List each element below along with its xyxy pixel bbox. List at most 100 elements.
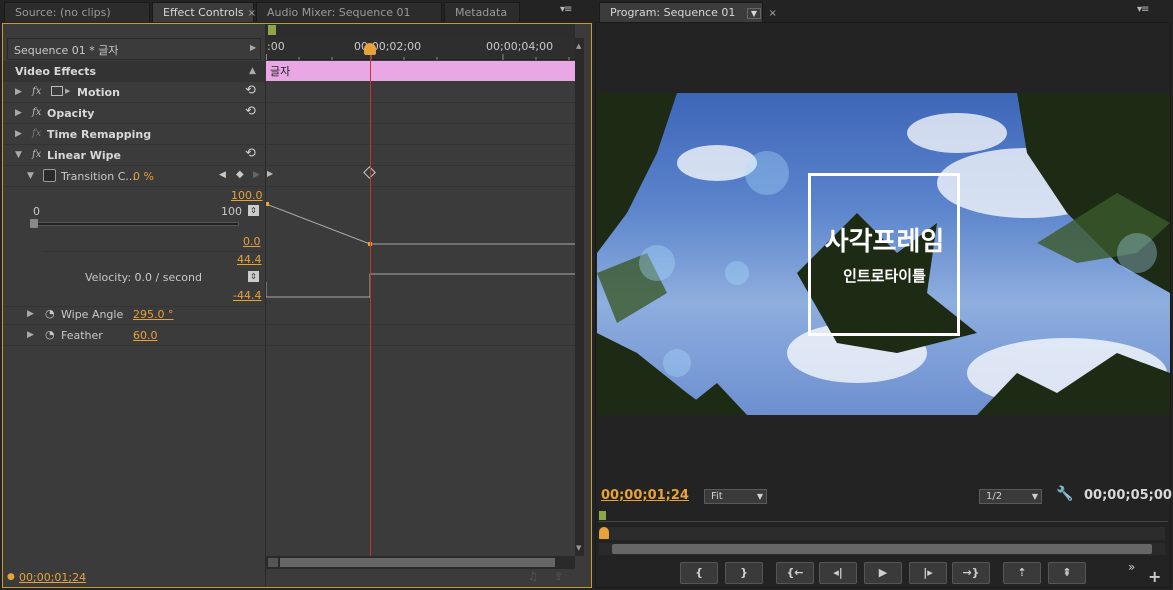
stopwatch-icon[interactable]: ◔	[45, 307, 55, 320]
expand-triangle-icon[interactable]: ▶	[15, 87, 22, 97]
chevron-down-icon[interactable]: ▼	[746, 8, 762, 19]
program-playhead[interactable]	[599, 527, 609, 539]
video-preview[interactable]: 사각프레임 인트로타이틀	[597, 93, 1170, 415]
reset-icon[interactable]: ⟲	[245, 146, 256, 161]
expand-triangle-icon[interactable]: ▶	[27, 330, 34, 340]
collapse-triangle-icon[interactable]: ▼	[27, 171, 34, 181]
video-effects-header: Video Effects ▲	[3, 61, 266, 82]
reset-icon[interactable]: ⟲	[245, 83, 256, 98]
graph-max-value: 100.0	[231, 189, 263, 202]
collapse-icon[interactable]: ▲	[249, 66, 256, 76]
tab-source[interactable]: Source: (no clips)	[4, 2, 150, 22]
add-keyframe-icon[interactable]: ◆	[236, 169, 244, 180]
zoom-scroll-thumb[interactable]	[612, 544, 1152, 554]
transform-box-icon[interactable]	[51, 86, 63, 96]
prev-keyframe-icon[interactable]: ◀	[219, 170, 226, 180]
time-ruler[interactable]: :00 00;00;02;00 00;00;04;00	[266, 38, 575, 60]
panel-menu-icon[interactable]: ▾≡	[560, 4, 572, 15]
mark-out-button[interactable]: }	[725, 562, 763, 584]
export-icon[interactable]: ⇪	[554, 570, 563, 583]
tab-program[interactable]: Program: Sequence 01 ▼ ×	[599, 2, 777, 22]
close-icon[interactable]: ×	[769, 8, 777, 19]
scale-toggle-icon[interactable]: ⇕	[248, 205, 259, 216]
resolution-dropdown-value: 1/2	[986, 491, 1003, 502]
expand-triangle-icon[interactable]: ▶	[27, 309, 34, 319]
divider	[266, 324, 575, 325]
keyframe-nav-icon[interactable]: ▶	[267, 169, 273, 178]
chevron-down-icon: ▼	[1031, 492, 1038, 501]
scroll-up-icon[interactable]: ▲	[576, 42, 581, 50]
audio-icon[interactable]: ♫	[528, 570, 538, 583]
sequence-selector[interactable]: Sequence 01 * 글자 ▶	[7, 38, 261, 60]
graph-min-value: 0.0	[243, 235, 261, 248]
work-area-bar[interactable]	[266, 24, 575, 38]
effect-row-motion[interactable]: ▶ fx ▶ Motion ⟲	[3, 82, 266, 103]
stopwatch-icon[interactable]	[43, 169, 56, 182]
extract-button[interactable]: ⇞	[1048, 562, 1086, 584]
stopwatch-icon[interactable]: ◔	[45, 328, 55, 341]
in-point-marker[interactable]	[268, 25, 276, 35]
current-timecode[interactable]: 00;00;01;24	[19, 571, 86, 584]
scroll-down-icon[interactable]: ▼	[576, 544, 581, 552]
scroll-left-handle[interactable]	[268, 558, 278, 567]
close-icon[interactable]: ×	[248, 8, 256, 19]
reset-icon[interactable]: ⟲	[245, 104, 256, 119]
tab-effect-controls[interactable]: Effect Controls ×	[152, 2, 256, 22]
ruler-ticks	[266, 54, 570, 60]
next-keyframe-icon[interactable]: ▶	[253, 170, 260, 180]
param-row-wipe-angle[interactable]: ▶ ◔ Wipe Angle 295.0 °	[3, 304, 266, 325]
scale-toggle-icon[interactable]: ⇕	[248, 271, 259, 282]
resolution-dropdown[interactable]: 1/2 ▼	[979, 489, 1042, 504]
horizontal-scrollbar[interactable]	[266, 556, 575, 569]
clip-bar[interactable]: 글자	[266, 61, 575, 81]
vertical-scrollbar[interactable]: ▲ ▼	[575, 38, 584, 556]
expand-triangle-icon[interactable]: ▶	[15, 129, 22, 139]
step-back-button[interactable]: ◂|	[819, 562, 857, 584]
param-value[interactable]: 60.0	[133, 329, 158, 342]
program-zoom-scrollbar[interactable]	[599, 543, 1165, 555]
divider	[43, 251, 263, 252]
panel-menu-icon[interactable]: ▾≡	[1137, 4, 1149, 15]
program-work-area[interactable]	[599, 510, 1168, 522]
go-to-out-button[interactable]: →}	[952, 562, 990, 584]
go-to-in-button[interactable]: {←	[776, 562, 814, 584]
velocity-max-value: 44.4	[237, 253, 262, 266]
playhead-line[interactable]	[370, 46, 371, 556]
effect-row-linear-wipe[interactable]: ▼ fx Linear Wipe ⟲	[3, 145, 266, 166]
effect-row-opacity[interactable]: ▶ fx Opacity ⟲	[3, 103, 266, 124]
step-forward-button[interactable]: |▸	[909, 562, 947, 584]
slider-handle[interactable]	[30, 219, 38, 228]
mark-in-button[interactable]: {	[680, 562, 718, 584]
expand-triangle-icon[interactable]: ▶	[15, 108, 22, 118]
effect-row-time-remapping[interactable]: ▶ fx Time Remapping	[3, 124, 266, 145]
program-current-timecode[interactable]: 00;00;01;24	[601, 488, 689, 503]
fit-dropdown[interactable]: Fit ▼	[704, 489, 767, 504]
param-row-transition-completion[interactable]: ▼ Transition C... 0 % ◀ ◆ ▶	[3, 166, 266, 187]
fx-icon[interactable]: fx	[32, 149, 41, 160]
add-button-icon[interactable]: +	[1148, 567, 1161, 586]
lift-button[interactable]: ⇡	[1003, 562, 1041, 584]
section-title: Video Effects	[15, 65, 97, 78]
value-slider[interactable]	[33, 222, 239, 226]
collapse-triangle-icon[interactable]: ▼	[15, 150, 22, 160]
param-row-feather[interactable]: ▶ ◔ Feather 60.0	[3, 325, 266, 346]
triangle-right-icon: ▶	[65, 87, 71, 95]
param-value[interactable]: 295.0 °	[133, 308, 174, 321]
play-button[interactable]: ▶	[864, 562, 902, 584]
more-controls-icon[interactable]: »	[1128, 560, 1135, 574]
program-duration: 00;00;05;00	[1084, 488, 1172, 503]
fx-icon[interactable]: fx	[32, 86, 41, 97]
tab-audio-mixer[interactable]: Audio Mixer: Sequence 01	[256, 2, 442, 22]
playhead-handle[interactable]	[364, 43, 376, 55]
scroll-thumb[interactable]	[280, 558, 555, 567]
value-graph[interactable]	[266, 187, 575, 307]
param-value[interactable]: 0 %	[133, 170, 154, 183]
fx-icon[interactable]: fx	[32, 107, 41, 118]
triangle-right-icon: ▶	[250, 43, 257, 52]
tab-program-label: Program: Sequence 01	[610, 6, 736, 19]
in-point-marker[interactable]	[599, 511, 606, 520]
title-sub-text: 인트로타이틀	[843, 267, 926, 285]
wrench-icon[interactable]: 🔧	[1056, 486, 1073, 502]
program-time-ruler[interactable]	[599, 527, 1165, 540]
tab-metadata[interactable]: Metadata	[444, 2, 520, 22]
